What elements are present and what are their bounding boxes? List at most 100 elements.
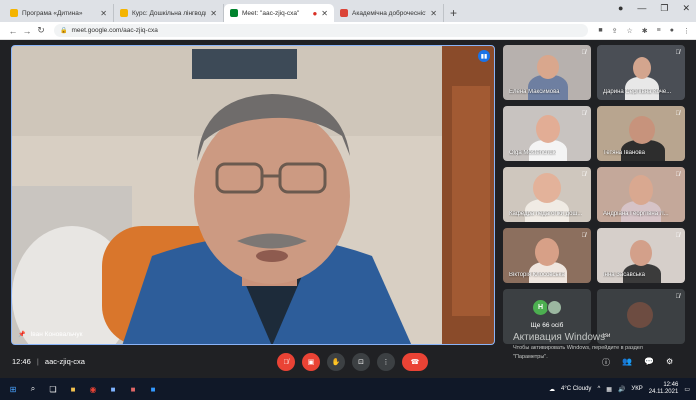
participant-avatar-photo xyxy=(547,300,562,315)
participant-tile[interactable]: 🎙̸ Тетяна Іванова xyxy=(597,106,685,161)
pin-icon[interactable]: 📌 xyxy=(18,331,25,338)
avatar-icon[interactable]: ● xyxy=(670,27,674,35)
participant-tile[interactable]: 🎙̸ Кафедра педагогіки дош... xyxy=(503,167,591,222)
main-speaker-label: 📌 Іван Коновальчук xyxy=(18,331,83,338)
start-icon[interactable]: ⊞ xyxy=(6,382,20,396)
network-icon[interactable]: ▦ xyxy=(606,386,612,393)
reload-icon[interactable]: ↻ xyxy=(34,25,48,36)
self-avatar xyxy=(627,302,653,328)
camera-icon[interactable]: ■ xyxy=(598,27,602,35)
tab-2[interactable]: Meet: "aac-zjiq-cxa" ● ✕ xyxy=(224,4,334,22)
tab-title: Програма «Дитина» xyxy=(22,9,83,17)
tab-favicon-icon xyxy=(340,9,348,17)
camera-toggle-button[interactable]: ▣ xyxy=(302,353,320,371)
recording-dot-icon: ● xyxy=(312,8,318,18)
system-tray: ☁ 4°C Cloudy ^ ▦ 🔊 УКР 12:46 24.11.2021 … xyxy=(549,378,690,400)
volume-icon[interactable]: 🔊 xyxy=(618,386,625,393)
tab-0[interactable]: Програма «Дитина» ✕ xyxy=(4,4,114,22)
mic-off-icon: 🎙̸ xyxy=(581,111,587,117)
new-tab-icon[interactable]: + xyxy=(450,4,457,22)
weather-icon: ☁ xyxy=(549,386,556,393)
maximize-icon[interactable]: ❐ xyxy=(660,3,668,14)
taskbar-clock[interactable]: 12:46 24.11.2021 xyxy=(649,382,679,396)
participant-tile[interactable]: 🎙̸ Андріана Георгіївна Л... xyxy=(597,167,685,222)
mic-toggle-button[interactable]: 🎙̸ xyxy=(277,353,295,371)
participant-tile[interactable]: 🎙̸ Елена Максимова xyxy=(503,45,591,100)
language-indicator[interactable]: УКР xyxy=(631,386,642,392)
extensions-icon[interactable]: ✱ xyxy=(642,27,648,35)
more-participants-label: Ще 66 осіб xyxy=(530,322,564,329)
close-tab-icon[interactable]: ✕ xyxy=(100,9,107,18)
chat-icon[interactable]: 💬 xyxy=(644,357,654,368)
browser-toolbar: ← → ↻ 🔒 meet.google.com/aac-zjiq-cxa ■ ⇪… xyxy=(0,22,696,40)
people-icon[interactable]: 👥 xyxy=(622,357,632,368)
info-icon[interactable]: ⓘ xyxy=(602,357,610,368)
reading-list-icon[interactable]: ≡ xyxy=(657,27,661,35)
participant-tile[interactable]: 🎙̸ Дарина Сергіївна Коче... xyxy=(597,45,685,100)
close-tab-icon[interactable]: ✕ xyxy=(430,9,437,18)
activation-title: Активация Windows xyxy=(513,332,606,343)
menu-icon[interactable]: ⋮ xyxy=(683,27,690,35)
star-icon[interactable]: ☆ xyxy=(627,27,633,35)
mic-off-icon: 🎙̸ xyxy=(675,50,681,56)
participant-tile[interactable]: 🎙̸ Olga Mostenchuk xyxy=(503,106,591,161)
tab-title: Meet: "aac-zjiq-cxa" xyxy=(242,9,300,17)
participant-tile[interactable]: 🎙̸ Інна Засавська xyxy=(597,228,685,283)
present-button[interactable]: ⊡ xyxy=(352,353,370,371)
participant-name: Дарина Сергіївна Коче... xyxy=(603,89,672,95)
meeting-info: 12:46 | aac-zjiq-cxa xyxy=(12,357,85,366)
participant-avatar: Н xyxy=(533,300,548,315)
close-tab-icon[interactable]: ✕ xyxy=(321,9,328,18)
lock-icon: 🔒 xyxy=(60,28,68,34)
url-text: meet.google.com/aac-zjiq-cxa xyxy=(71,27,158,34)
main-video-tile[interactable]: ▮▮ 📌 Іван Коновальчук xyxy=(11,45,495,345)
weather-text[interactable]: 4°C Cloudy xyxy=(561,386,591,392)
video-face xyxy=(633,57,651,79)
window-controls: ● — ❐ ✕ xyxy=(618,3,690,14)
leave-call-button[interactable]: ☎ xyxy=(402,353,428,371)
raise-hand-button[interactable]: ✋ xyxy=(327,353,345,371)
tab-1[interactable]: Курс: Дошкільна лінгводидакт ✕ xyxy=(114,4,224,22)
forward-icon[interactable]: → xyxy=(20,26,34,36)
app-icon[interactable]: ■ xyxy=(146,382,160,396)
video-face xyxy=(629,175,653,205)
chrome-icon[interactable]: ◉ xyxy=(86,382,100,396)
file-explorer-icon[interactable]: ■ xyxy=(66,382,80,396)
minimize-icon[interactable]: — xyxy=(637,3,646,14)
search-icon[interactable]: ⌕ xyxy=(26,382,40,396)
tab-3[interactable]: Академічна доброчесність - Мо ✕ xyxy=(334,4,444,22)
mic-off-icon: 🎙̸ xyxy=(675,111,681,117)
mic-off-icon: 🎙̸ xyxy=(581,233,587,239)
participant-tile[interactable]: 🎙̸ Вікторія Клосовська xyxy=(503,228,591,283)
tab-strip: Програма «Дитина» ✕ Курс: Дошкільна лінг… xyxy=(0,0,696,22)
tray-arrow-icon[interactable]: ^ xyxy=(597,386,600,392)
mic-off-icon: 🎙̸ xyxy=(675,294,681,300)
profile-icon[interactable]: ● xyxy=(618,3,623,14)
participant-name: Інна Засавська xyxy=(603,272,645,278)
more-options-button[interactable]: ⋮ xyxy=(377,353,395,371)
meet-area: ▮▮ 📌 Іван Коновальчук 🎙̸ Елена Максимова… xyxy=(0,40,696,378)
activities-icon[interactable]: ⚙ xyxy=(666,357,673,368)
share-icon[interactable]: ⇪ xyxy=(612,27,618,35)
meeting-code: aac-zjiq-cxa xyxy=(44,357,85,366)
tab-title: Курс: Дошкільна лінгводидакт xyxy=(132,9,206,17)
tab-title: Академічна доброчесність - Мо xyxy=(352,9,426,17)
video-face xyxy=(630,240,652,266)
video-face xyxy=(535,238,559,266)
address-bar[interactable]: 🔒 meet.google.com/aac-zjiq-cxa xyxy=(54,24,589,37)
mic-off-icon: 🎙̸ xyxy=(675,172,681,178)
participant-name: Olga Mostenchuk xyxy=(509,150,556,156)
participant-name: Андріана Георгіївна Л... xyxy=(603,211,669,217)
close-window-icon[interactable]: ✕ xyxy=(682,3,690,14)
back-icon[interactable]: ← xyxy=(6,26,20,36)
windows-taskbar: ⊞ ⌕ ❏ ■ ◉ ■ ■ ■ ☁ 4°C Cloudy ^ ▦ 🔊 УКР 1… xyxy=(0,378,696,400)
task-view-icon[interactable]: ❏ xyxy=(46,382,60,396)
app-icon[interactable]: ■ xyxy=(126,382,140,396)
main-speaker-name: Іван Коновальчук xyxy=(30,331,83,338)
mic-off-icon: 🎙̸ xyxy=(581,172,587,178)
notifications-icon[interactable]: ▭ xyxy=(684,386,690,393)
app-icon[interactable]: ■ xyxy=(106,382,120,396)
tab-favicon-icon xyxy=(120,9,128,17)
separator: | xyxy=(36,357,39,366)
close-tab-icon[interactable]: ✕ xyxy=(210,9,217,18)
